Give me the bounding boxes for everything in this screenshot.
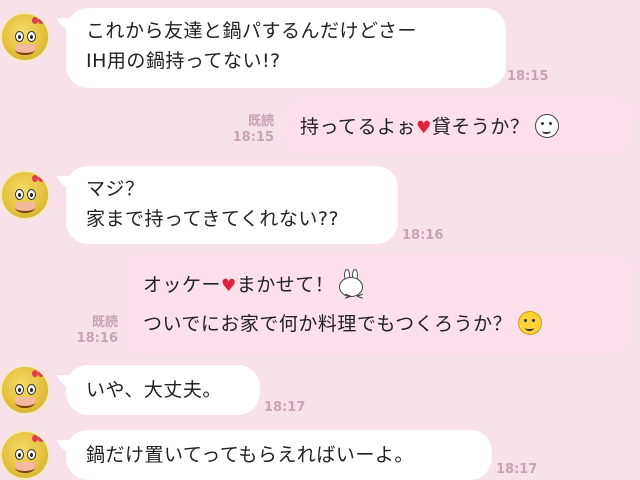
chat-screen: { "messages": [ {"sender":"them","lines"… [0, 0, 640, 480]
bow-icon [32, 435, 44, 443]
contact-avatar[interactable] [0, 170, 50, 220]
message-timestamp: 18:16 [76, 331, 118, 346]
mouth-icon [15, 44, 35, 55]
message-text: いや、大丈夫。 [86, 379, 222, 401]
message-text: これから友達と鍋パするんだけどさー [86, 20, 417, 42]
message-text: ついでにお家で何か料理でもつくろうか？ [143, 313, 513, 335]
mouth-icon [15, 397, 35, 408]
message-text: マジ？ [86, 178, 145, 200]
message-timestamp: 18:17 [264, 400, 306, 415]
bunny-sticker-icon [338, 269, 364, 316]
eye-icon [27, 449, 36, 460]
message-bubble[interactable]: オッケー♥まかせて！ ついでにお家で何か料理でもつくろうか？ [123, 252, 632, 356]
contact-avatar[interactable] [0, 430, 50, 480]
message-line: ついでにお家で何か料理でもつくろうか？ [143, 305, 612, 343]
message-bubble[interactable]: これから友達と鍋パするんだけどさー IH用の鍋持ってない!? [66, 8, 506, 88]
read-label: 既読 [247, 114, 274, 129]
message-text: 家まで持ってきてくれない?? [86, 208, 340, 230]
message-bubble[interactable]: いや、大丈夫。 [66, 365, 260, 415]
message-text: オッケー [143, 274, 222, 296]
message-bubble[interactable]: 鍋だけ置いてってもらえればいーよ。 [66, 430, 492, 480]
message-bubble[interactable]: 持ってるよぉ♥貸そうか？ [280, 97, 632, 157]
message-text: 貸そうか？ [431, 116, 530, 138]
smiling-face-icon [518, 311, 543, 335]
eye-icon [15, 189, 24, 200]
heart-icon: ♥ [416, 118, 432, 138]
message-timestamp: 18:15 [232, 130, 274, 145]
message-timestamp: 18:16 [402, 228, 444, 243]
eye-icon [15, 449, 24, 460]
message-text: 持ってるよぉ [300, 116, 417, 138]
eye-icon [27, 189, 36, 200]
eye-icon [27, 31, 36, 42]
message-text: IH用の鍋持ってない!? [86, 50, 281, 72]
bow-icon [32, 370, 44, 378]
contact-avatar[interactable] [0, 12, 50, 62]
eye-icon [27, 384, 36, 395]
message-line: オッケー♥まかせて！ [143, 266, 612, 316]
bow-icon [32, 175, 44, 183]
message-bubble[interactable]: マジ？ 家まで持ってきてくれない?? [66, 166, 398, 244]
message-timestamp: 18:15 [507, 69, 549, 84]
message-text: 鍋だけ置いてってもらえればいーよ。 [86, 444, 414, 466]
bow-icon [32, 17, 44, 25]
mouth-icon [15, 202, 35, 213]
read-label: 既読 [91, 315, 118, 330]
heart-icon: ♥ [221, 276, 237, 296]
read-receipt: 既読 18:15 [224, 114, 274, 146]
contact-avatar[interactable] [0, 365, 50, 415]
read-receipt: 既読 18:16 [68, 315, 118, 347]
message-timestamp: 18:17 [496, 462, 538, 477]
eye-icon [15, 384, 24, 395]
eye-icon [15, 31, 24, 42]
smiling-face-icon [535, 114, 560, 138]
message-text: まかせて！ [236, 274, 335, 296]
mouth-icon [15, 462, 35, 473]
